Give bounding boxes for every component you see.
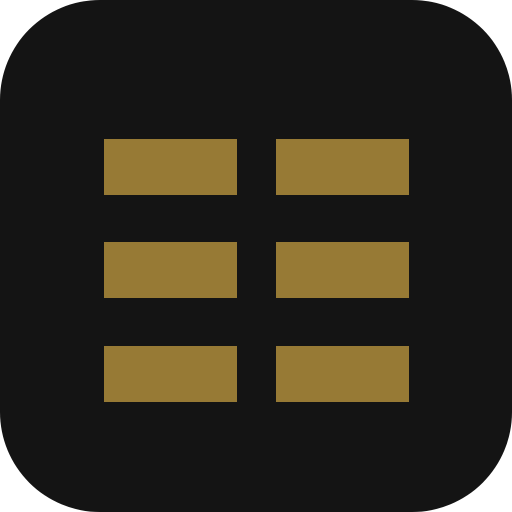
grid-bar bbox=[276, 242, 409, 298]
grid-icon bbox=[0, 0, 512, 512]
grid-bar bbox=[104, 242, 237, 298]
grid-bar bbox=[276, 139, 409, 195]
grid-bar bbox=[276, 346, 409, 402]
grid-bar bbox=[104, 346, 237, 402]
grid-bar bbox=[104, 139, 237, 195]
app-icon[interactable] bbox=[0, 0, 512, 512]
